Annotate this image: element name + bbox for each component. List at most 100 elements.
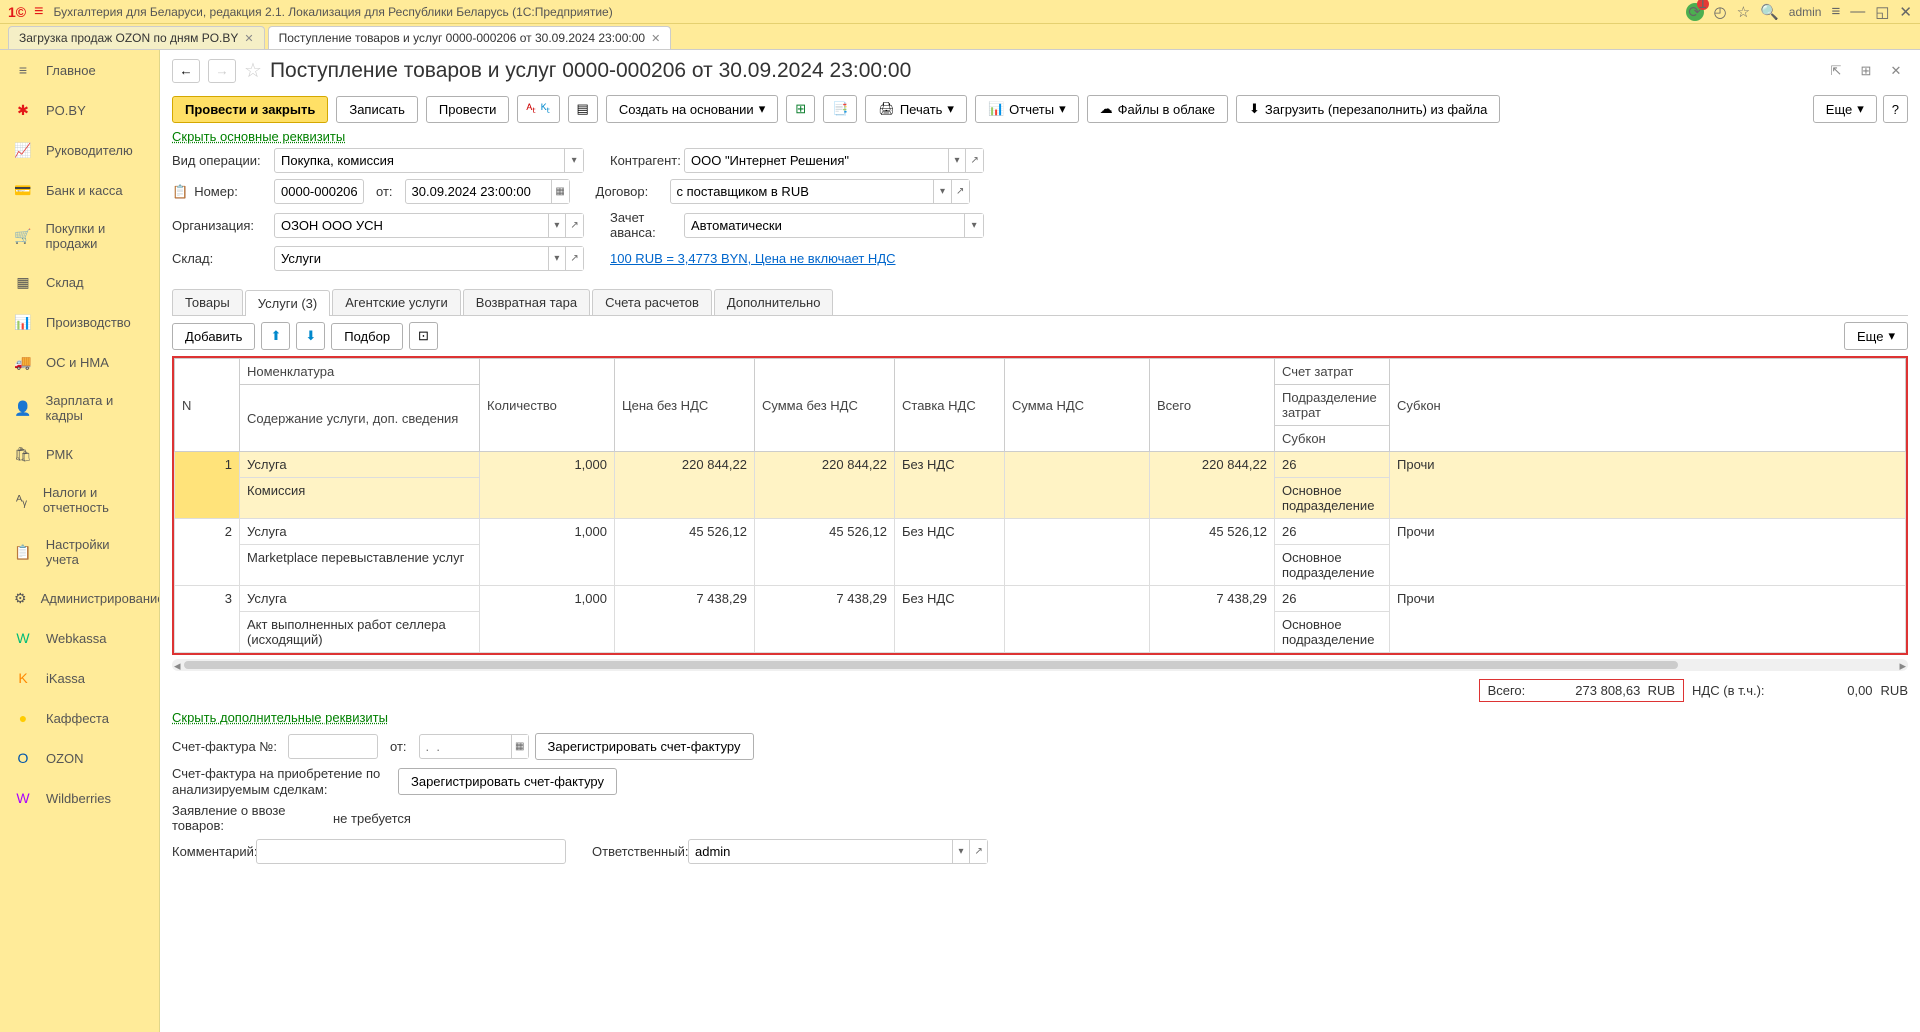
minimize-icon[interactable]: —	[1850, 3, 1865, 20]
open-icon[interactable]: ↗	[565, 247, 583, 270]
sidebar-item-9[interactable]: 🛍РМК	[0, 434, 159, 474]
col-acc[interactable]: Счет затрат	[1275, 359, 1390, 385]
favorite-star-icon[interactable]: ☆	[244, 58, 262, 83]
tab-receipt-doc[interactable]: Поступление товаров и услуг 0000-000206 …	[268, 26, 672, 49]
sidebar-item-15[interactable]: ●Каффеста	[0, 698, 159, 738]
tab-close-icon[interactable]: ✕	[651, 32, 660, 45]
sidebar-item-4[interactable]: 🛒Покупки и продажи	[0, 210, 159, 262]
link-icon[interactable]: ⇱	[1824, 59, 1848, 83]
sidebar-item-5[interactable]: ▦Склад	[0, 262, 159, 302]
dropdown-icon[interactable]: ▾	[564, 149, 583, 172]
col-sub[interactable]: Субкон	[1390, 359, 1906, 452]
date-input[interactable]	[406, 180, 551, 203]
sidebar-item-14[interactable]: KiKassa	[0, 658, 159, 698]
col-sub2[interactable]: Субкон	[1275, 426, 1390, 452]
table-row[interactable]: 2Услуга1,00045 526,1245 526,12Без НДС45 …	[175, 519, 1906, 545]
history-icon[interactable]: ◴	[1714, 3, 1727, 21]
register-sf-acq-button[interactable]: Зарегистрировать счет-фактуру	[398, 768, 617, 795]
sidebar-item-6[interactable]: 📊Производство	[0, 302, 159, 342]
number-input[interactable]	[275, 180, 363, 203]
open-icon[interactable]: ↗	[965, 149, 983, 172]
dropdown-icon[interactable]: ▾	[933, 180, 951, 203]
move-down-icon[interactable]: ⬇	[296, 322, 325, 350]
sidebar-item-2[interactable]: 📈Руководителю	[0, 130, 159, 170]
close-doc-icon[interactable]: ✕	[1884, 59, 1908, 83]
sidebar-item-12[interactable]: ⚙Администрирование	[0, 578, 159, 618]
contract-input[interactable]	[671, 180, 934, 203]
col-qty[interactable]: Количество	[480, 359, 615, 452]
load-from-file-button[interactable]: ⬇ Загрузить (перезаполнить) из файла	[1236, 95, 1500, 123]
sidebar-item-10[interactable]: ᴬᵧНалоги и отчетность	[0, 474, 159, 526]
open-icon[interactable]: ↗	[951, 180, 969, 203]
favorites-icon[interactable]: ☆	[1737, 3, 1750, 21]
dropdown-icon[interactable]: ▾	[964, 214, 983, 237]
move-up-icon[interactable]: ⬆	[261, 322, 290, 350]
add-row-button[interactable]: Добавить	[172, 323, 255, 350]
doc-tab-1[interactable]: Услуги (3)	[245, 290, 330, 316]
help-button[interactable]: ?	[1883, 95, 1908, 123]
col-dep[interactable]: Подразделение затрат	[1275, 385, 1390, 426]
col-sum[interactable]: Сумма без НДС	[755, 359, 895, 452]
dropdown-icon[interactable]: ▾	[548, 247, 566, 270]
sidebar-item-0[interactable]: ≡Главное	[0, 50, 159, 90]
dropdown-icon[interactable]: ▾	[948, 149, 966, 172]
horizontal-scrollbar[interactable]: ◂ ▸	[172, 659, 1908, 671]
create-based-button[interactable]: Создать на основании ▾	[606, 95, 778, 123]
register-sf-button[interactable]: Зарегистрировать счет-фактуру	[535, 733, 754, 760]
doc-tab-5[interactable]: Дополнительно	[714, 289, 834, 315]
write-button[interactable]: Записать	[336, 96, 418, 123]
hide-requisites-link[interactable]: Скрыть основные реквизиты	[160, 127, 357, 146]
nav-forward-button[interactable]: →	[208, 59, 236, 83]
structure-icon[interactable]: ▤	[568, 95, 598, 123]
post-and-close-button[interactable]: Провести и закрыть	[172, 96, 328, 123]
doc-tab-2[interactable]: Агентские услуги	[332, 289, 461, 315]
table-row[interactable]: 1Услуга1,000220 844,22220 844,22Без НДС2…	[175, 452, 1906, 478]
excel-icon[interactable]: ⊞	[786, 95, 815, 123]
sidebar-item-3[interactable]: 💳Банк и касса	[0, 170, 159, 210]
comment-input[interactable]	[257, 840, 565, 863]
menu-icon[interactable]: ≡	[34, 3, 43, 21]
rate-link[interactable]: 100 RUB = 3,4773 BYN, Цена не включает Н…	[610, 251, 896, 266]
note-icon[interactable]: 📑	[823, 95, 857, 123]
nav-back-button[interactable]: ←	[172, 59, 200, 83]
doc-tab-0[interactable]: Товары	[172, 289, 243, 315]
op-type-input[interactable]	[275, 149, 564, 172]
change-icon[interactable]: ⊡	[409, 322, 438, 350]
col-total[interactable]: Всего	[1150, 359, 1275, 452]
doc-tab-4[interactable]: Счета расчетов	[592, 289, 712, 315]
notifications-icon[interactable]: ⟳1	[1686, 3, 1704, 21]
open-icon[interactable]: ↗	[969, 840, 987, 863]
table-row[interactable]: 3Услуга1,0007 438,297 438,29Без НДС7 438…	[175, 586, 1906, 612]
calendar-icon[interactable]: ▦	[551, 180, 569, 203]
close-icon[interactable]: ✕	[1899, 3, 1912, 21]
col-vat[interactable]: Ставка НДС	[895, 359, 1005, 452]
dt-kt-icon[interactable]: ᴬₜᴷₜ	[517, 95, 559, 123]
post-button[interactable]: Провести	[426, 96, 510, 123]
sidebar-item-8[interactable]: 👤Зарплата и кадры	[0, 382, 159, 434]
wh-input[interactable]	[275, 247, 548, 270]
search-icon[interactable]: 🔍	[1760, 3, 1779, 21]
sidebar-item-1[interactable]: ✱PO.BY	[0, 90, 159, 130]
more-button[interactable]: Еще ▾	[1813, 95, 1877, 123]
calendar-icon[interactable]: ▦	[511, 735, 528, 758]
col-nom[interactable]: Номенклатура	[240, 359, 480, 385]
sf-num-input[interactable]	[289, 735, 377, 758]
tab-close-icon[interactable]: ✕	[244, 32, 253, 45]
tab-ozon-load[interactable]: Загрузка продаж OZON по дням PO.BY✕	[8, 26, 265, 49]
advance-input[interactable]	[685, 214, 964, 237]
org-input[interactable]	[275, 214, 548, 237]
open-icon[interactable]: ↗	[565, 214, 583, 237]
col-n[interactable]: N	[175, 359, 240, 452]
pick-button[interactable]: Подбор	[331, 323, 403, 350]
dropdown-icon[interactable]: ▾	[548, 214, 566, 237]
resp-input[interactable]	[689, 840, 952, 863]
print-button[interactable]: 🖨 Печать ▾	[865, 95, 967, 123]
sidebar-item-16[interactable]: OOZON	[0, 738, 159, 778]
dropdown-icon[interactable]: ▾	[952, 840, 970, 863]
sf-date-input[interactable]	[420, 735, 511, 758]
reports-button[interactable]: 📊 Отчеты ▾	[975, 95, 1079, 123]
col-vatsum[interactable]: Сумма НДС	[1005, 359, 1150, 452]
settings-icon[interactable]: ≡	[1831, 3, 1840, 20]
col-desc[interactable]: Содержание услуги, доп. сведения	[240, 385, 480, 452]
sidebar-item-11[interactable]: 📋Настройки учета	[0, 526, 159, 578]
